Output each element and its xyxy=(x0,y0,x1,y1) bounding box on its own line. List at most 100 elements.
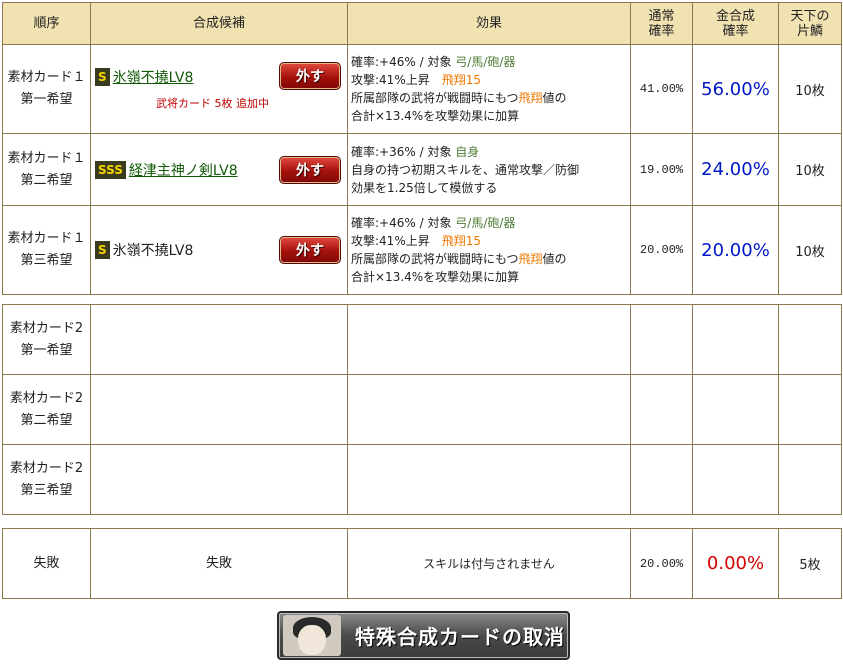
effect-rate: 確率:+36% xyxy=(351,144,416,159)
effect-target-label: 対象 xyxy=(427,216,452,230)
effect-target: 自身 xyxy=(455,144,480,159)
rank-badge: S xyxy=(95,241,110,259)
skill-link[interactable]: 経津主神ノ剣LV8 xyxy=(129,160,238,180)
effect-line4: 合計×13.4%を攻撃効果に加算 xyxy=(351,109,520,123)
effect-line2b: 飛翔15 xyxy=(441,73,482,87)
seq-line2: 第二希望 xyxy=(20,412,73,428)
effect-cell xyxy=(347,304,631,375)
remove-button[interactable]: 外す xyxy=(279,155,341,184)
effect-target: 弓/馬/砲/器 xyxy=(455,55,516,69)
table-row: 素材カード2 第三希望 xyxy=(2,444,842,515)
effect-line3b: 飛翔 xyxy=(518,91,543,105)
effect-line2b: 飛翔15 xyxy=(441,234,482,248)
failure-fragment: 5枚 xyxy=(778,528,842,599)
candidates-table-card2: 素材カード2 第一希望 素材カード2 第二希望 素材カード2 第三希望 xyxy=(2,304,842,515)
normal-rate xyxy=(630,444,693,515)
gold-rate: 24.00% xyxy=(692,133,779,206)
effect-target-label: 対象 xyxy=(427,144,452,159)
header-fragment: 天下の 片鱗 xyxy=(778,2,842,45)
seq-line2: 第三希望 xyxy=(20,482,73,498)
candidate-cell: S 氷嶺不撓LV8 外す xyxy=(90,205,348,295)
seq-cell: 素材カード１ 第三希望 xyxy=(2,205,91,295)
effect-line3a: 所属部隊の武将が戦闘時にもつ xyxy=(351,91,519,105)
remove-button[interactable]: 外す xyxy=(279,236,341,264)
effect-line3: 効果を1.25倍して模倣する xyxy=(351,180,498,195)
seq-line2: 第三希望 xyxy=(20,253,73,268)
effect-target-label: 対象 xyxy=(427,55,452,69)
normal-rate: 20.00% xyxy=(630,205,693,295)
table-row: 素材カード１ 第二希望 SSS 経津主神ノ剣LV8 外す 確率:+36% / 対象… xyxy=(2,133,842,206)
fragment-count xyxy=(778,304,842,375)
seq-line1: 素材カード2 xyxy=(9,460,84,476)
header-gold-rate: 金合成 確率 xyxy=(692,2,779,45)
candidate-cell xyxy=(90,444,348,515)
effect-line3a: 所属部隊の武将が戦闘時にもつ xyxy=(351,252,519,266)
failure-effect: スキルは付与されません xyxy=(347,528,631,599)
table-row: 素材カード１ 第三希望 S 氷嶺不撓LV8 外す 確率:+46% / 対象 弓/馬… xyxy=(2,205,842,295)
fragment-count: 10枚 xyxy=(778,205,842,295)
seq-cell: 素材カード１ 第一希望 xyxy=(2,44,91,134)
header-normal-rate: 通常 確率 xyxy=(630,2,693,45)
seq-line1: 素材カード2 xyxy=(9,390,84,406)
failure-gold-rate: 0.00% xyxy=(692,528,779,599)
fragment-count xyxy=(778,444,842,515)
candidate-cell xyxy=(90,304,348,375)
failure-seq: 失敗 xyxy=(2,528,91,599)
effect-line3b: 飛翔 xyxy=(518,252,543,266)
candidate-cell: S 氷嶺不撓LV8 武将カード 5枚 追加中 外す xyxy=(90,44,348,134)
failure-candidate: 失敗 xyxy=(90,528,348,599)
table-row: 素材カード2 第一希望 xyxy=(2,304,842,375)
header-candidate: 合成候補 xyxy=(90,2,348,45)
effect-line2a: 攻撃:41%上昇 xyxy=(351,73,430,87)
fragment-count: 10枚 xyxy=(778,44,842,134)
gold-rate xyxy=(692,444,779,515)
gold-rate: 56.00% xyxy=(692,44,779,134)
normal-rate xyxy=(630,304,693,375)
effect-cell xyxy=(347,374,631,445)
remove-button[interactable]: 外す xyxy=(279,62,341,90)
effect-line2a: 攻撃:41%上昇 xyxy=(351,234,430,248)
seq-line1: 素材カード2 xyxy=(9,320,84,336)
header-fragment-text: 天下の 片鱗 xyxy=(790,8,830,39)
effect-line3c: 値の xyxy=(542,252,567,266)
effect-line3c: 値の xyxy=(542,91,567,105)
gold-rate xyxy=(692,304,779,375)
seq-cell: 素材カード2 第三希望 xyxy=(2,444,91,515)
normal-rate: 19.00% xyxy=(630,133,693,206)
header-seq: 順序 xyxy=(2,2,91,45)
seq-line1: 素材カード１ xyxy=(7,150,86,166)
normal-rate: 41.00% xyxy=(630,44,693,134)
cancel-button-label: 特殊合成カードの取消 xyxy=(355,625,565,649)
seq-cell: 素材カード１ 第二希望 xyxy=(2,133,91,206)
effect-target: 弓/馬/砲/器 xyxy=(455,216,516,230)
header-effect: 効果 xyxy=(347,2,631,45)
effect-rate: 確率:+46% xyxy=(351,216,416,230)
gold-rate: 20.00% xyxy=(692,205,779,295)
cancel-special-synthesis-button[interactable]: 特殊合成カードの取消 xyxy=(277,611,570,660)
seq-line2: 第一希望 xyxy=(20,342,73,358)
effect-line2: 自身の持つ初期スキルを、通常攻撃／防御 xyxy=(351,162,580,177)
failure-normal-rate: 20.00% xyxy=(630,528,693,599)
table-row: 素材カード2 第二希望 xyxy=(2,374,842,445)
header-row: 順序 合成候補 効果 通常 確率 金合成 確率 天下の 片鱗 xyxy=(2,2,842,45)
effect-cell: 確率:+46% / 対象 弓/馬/砲/器 攻撃:41%上昇 飛翔15 所属部隊の… xyxy=(347,205,631,295)
portrait-icon xyxy=(283,615,341,656)
seq-line1: 素材カード１ xyxy=(7,231,86,246)
normal-rate xyxy=(630,374,693,445)
effect-rate: 確率:+46% xyxy=(351,55,416,69)
effect-line4: 合計×13.4%を攻撃効果に加算 xyxy=(351,270,520,284)
skill-name: 氷嶺不撓LV8 xyxy=(112,243,194,259)
rank-badge: S xyxy=(95,68,110,86)
failure-table: 失敗 失敗 スキルは付与されません 20.00% 0.00% 5枚 xyxy=(2,528,842,599)
candidates-table-card1: 順序 合成候補 効果 通常 確率 金合成 確率 天下の 片鱗 素材カード１ 第一… xyxy=(2,2,842,295)
effect-cell: 確率:+36% / 対象 自身 自身の持つ初期スキルを、通常攻撃／防御 効果を1… xyxy=(347,133,631,206)
table-row: 素材カード１ 第一希望 S 氷嶺不撓LV8 武将カード 5枚 追加中 外す 確率:… xyxy=(2,44,842,134)
seq-line1: 素材カード１ xyxy=(7,70,86,85)
effect-cell: 確率:+46% / 対象 弓/馬/砲/器 攻撃:41%上昇 飛翔15 所属部隊の… xyxy=(347,44,631,134)
fragment-count: 10枚 xyxy=(778,133,842,206)
skill-link[interactable]: 氷嶺不撓LV8 xyxy=(113,70,194,86)
added-note: 武将カード 5枚 追加中 xyxy=(156,97,269,110)
gold-rate xyxy=(692,374,779,445)
effect-cell xyxy=(347,444,631,515)
candidate-cell xyxy=(90,374,348,445)
